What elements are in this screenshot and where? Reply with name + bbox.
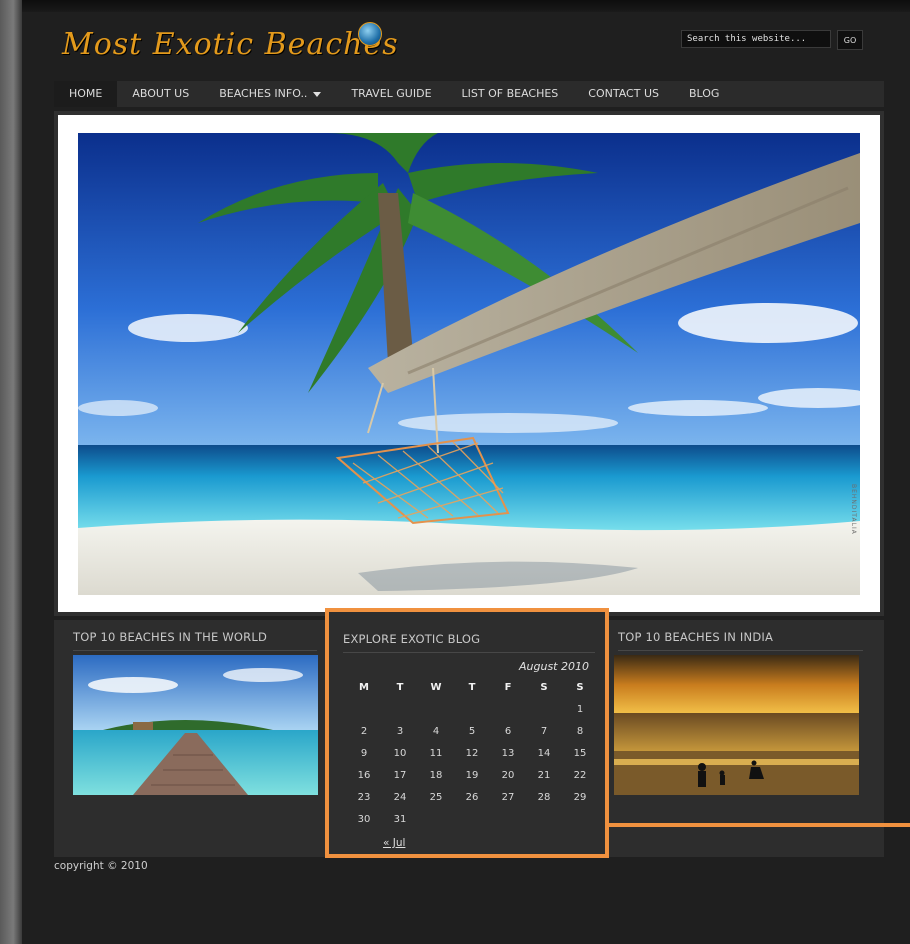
calendar-day <box>454 808 490 830</box>
nav-about-us[interactable]: ABOUT US <box>117 81 204 107</box>
calendar-day <box>346 698 382 720</box>
calendar-day: 20 <box>501 769 515 781</box>
calendar-day: 1 <box>576 703 584 715</box>
window-top-bar <box>0 0 910 12</box>
calendar-day: 2 <box>360 725 368 737</box>
widget-divider <box>618 650 863 651</box>
calendar-day: 12 <box>465 747 479 759</box>
nav-contact-us[interactable]: CONTACT US <box>573 81 674 107</box>
weekday-sunday: S <box>576 681 584 693</box>
footer-copyright: copyright © 2010 <box>54 860 148 872</box>
calendar-day: 8 <box>576 725 584 737</box>
pier-beach-image <box>73 655 318 795</box>
widget-title-world[interactable]: TOP 10 BEACHES IN THE WORLD <box>73 630 267 644</box>
calendar-day: 11 <box>429 747 443 759</box>
calendar-day: 3 <box>396 725 404 737</box>
beach-hammock-image <box>78 133 860 595</box>
weekday-tuesday: T <box>396 681 404 693</box>
search-form: GO <box>681 30 863 50</box>
calendar-day: 18 <box>429 769 443 781</box>
caret-down-icon <box>313 91 322 97</box>
hero-image: BEHNDITALIA <box>78 133 860 595</box>
hero-section: BEHNDITALIA <box>54 111 884 616</box>
calendar-day <box>454 698 490 720</box>
logo-text: Most Exotic Beaches <box>62 26 399 62</box>
calendar-day: 15 <box>573 747 587 759</box>
calendar-day <box>490 808 526 830</box>
india-beach-thumbnail[interactable] <box>614 655 859 795</box>
site-logo[interactable]: Most Exotic Beaches <box>62 20 399 68</box>
calendar-week-row: 30 31 <box>346 808 598 830</box>
calendar-day: 7 <box>540 725 548 737</box>
nav-beaches-info-label: BEACHES INFO.. <box>219 87 308 100</box>
nav-blog[interactable]: BLOG <box>674 81 734 107</box>
blog-calendar-widget: EXPLORE EXOTIC BLOG August 2010 M T W T … <box>325 608 609 858</box>
calendar-day: 14 <box>537 747 551 759</box>
weekday-monday: M <box>359 681 369 693</box>
calendar-day <box>418 698 454 720</box>
main-nav: HOME ABOUT US BEACHES INFO.. TRAVEL GUID… <box>54 81 884 107</box>
widget-title-india[interactable]: TOP 10 BEACHES IN INDIA <box>618 630 773 644</box>
calendar-day <box>382 698 418 720</box>
calendar-day: 5 <box>468 725 476 737</box>
widget-title-blog[interactable]: EXPLORE EXOTIC BLOG <box>343 632 480 646</box>
search-go-button[interactable]: GO <box>837 30 863 50</box>
calendar-day: 26 <box>465 791 479 803</box>
weekday-friday: F <box>504 681 512 693</box>
globe-icon <box>358 22 382 46</box>
calendar-day: 6 <box>504 725 512 737</box>
world-beach-thumbnail[interactable] <box>73 655 318 795</box>
calendar-day: 19 <box>465 769 479 781</box>
calendar-day: 4 <box>432 725 440 737</box>
calendar-day: 27 <box>501 791 515 803</box>
calendar-day <box>490 698 526 720</box>
weekday-wednesday: W <box>430 681 442 693</box>
calendar-day <box>562 808 598 830</box>
nav-travel-guide[interactable]: TRAVEL GUIDE <box>336 81 446 107</box>
widget-divider <box>73 650 317 651</box>
highlight-callout-line <box>609 823 910 827</box>
calendar-week-row: 16 17 18 19 20 21 22 <box>346 764 598 786</box>
calendar-day: 17 <box>393 769 407 781</box>
calendar-day: 13 <box>501 747 515 759</box>
calendar-day: 9 <box>360 747 368 759</box>
nav-beaches-info[interactable]: BEACHES INFO.. <box>204 81 336 107</box>
calendar-grid: M T W T F S S 1 2 3 4 5 6 7 8 9 10 11 12… <box>346 676 598 830</box>
weekday-saturday: S <box>540 681 548 693</box>
nav-list-of-beaches[interactable]: LIST OF BEACHES <box>447 81 574 107</box>
calendar-day: 22 <box>573 769 587 781</box>
calendar-prev-month-link[interactable]: « Jul <box>383 837 405 849</box>
calendar-week-row: 1 <box>346 698 598 720</box>
calendar-day: 29 <box>573 791 587 803</box>
calendar-month: August 2010 <box>519 660 589 673</box>
weekday-thursday: T <box>468 681 476 693</box>
search-input[interactable] <box>681 30 831 48</box>
widget-divider <box>343 652 595 653</box>
calendar-day: 16 <box>357 769 371 781</box>
calendar-day: 10 <box>393 747 407 759</box>
calendar-day: 24 <box>393 791 407 803</box>
window-left-frame <box>0 0 22 944</box>
calendar-day: 30 <box>357 813 371 825</box>
sunset-beach-image <box>614 655 859 795</box>
hero-frame: BEHNDITALIA <box>58 115 880 612</box>
calendar-day: 25 <box>429 791 443 803</box>
calendar-week-row: 23 24 25 26 27 28 29 <box>346 786 598 808</box>
calendar-week-row: 2 3 4 5 6 7 8 <box>346 720 598 742</box>
calendar-day: 23 <box>357 791 371 803</box>
calendar-day: 28 <box>537 791 551 803</box>
calendar-day: 21 <box>537 769 551 781</box>
nav-home[interactable]: HOME <box>54 81 118 107</box>
calendar-weekday-row: M T W T F S S <box>346 676 598 698</box>
image-watermark: BEHNDITALIA <box>850 484 857 535</box>
calendar-day <box>526 698 562 720</box>
calendar-day: 31 <box>393 813 407 825</box>
calendar-day <box>418 808 454 830</box>
calendar-day <box>526 808 562 830</box>
calendar-week-row: 9 10 11 12 13 14 15 <box>346 742 598 764</box>
